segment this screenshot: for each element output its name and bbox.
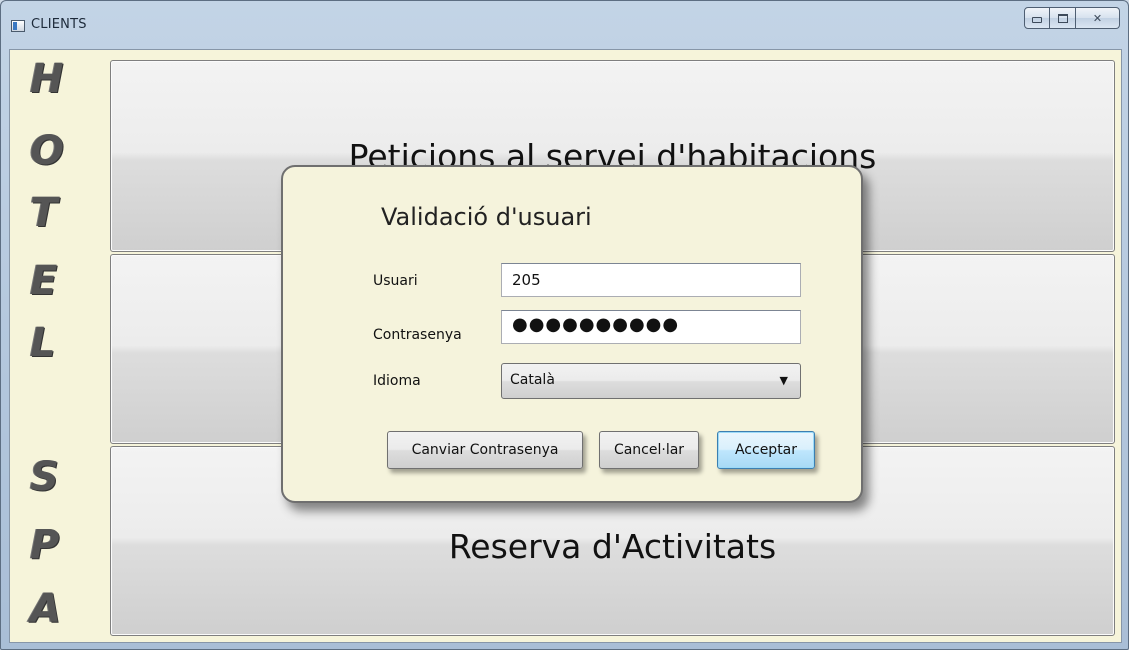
app-window: CLIENTS ✕ H O T E L S P A Peticions al s… bbox=[0, 0, 1129, 650]
close-button[interactable]: ✕ bbox=[1076, 7, 1120, 29]
sidebar-letter: A bbox=[30, 586, 61, 632]
dialog-title: Validació d'usuari bbox=[381, 203, 592, 231]
language-select[interactable]: Català ▼ bbox=[501, 363, 801, 399]
close-icon: ✕ bbox=[1092, 11, 1103, 25]
change-password-button[interactable]: Canviar Contrasenya bbox=[387, 431, 583, 469]
cancel-button[interactable]: Cancel·lar bbox=[599, 431, 699, 469]
sidebar-letter: P bbox=[30, 522, 60, 568]
app-window-icon bbox=[11, 20, 25, 32]
sidebar-letter: S bbox=[30, 454, 59, 500]
maximize-button[interactable] bbox=[1050, 7, 1076, 29]
sidebar-letter: E bbox=[30, 258, 58, 304]
language-label: Idioma bbox=[373, 373, 421, 389]
dropdown-arrow-icon: ▼ bbox=[779, 374, 788, 387]
minimize-button[interactable] bbox=[1024, 7, 1050, 29]
title-bar[interactable]: CLIENTS ✕ bbox=[1, 1, 1128, 47]
user-label: Usuari bbox=[373, 273, 418, 289]
sidebar-letter: O bbox=[30, 128, 65, 174]
maximize-icon bbox=[1057, 13, 1068, 23]
accept-button[interactable]: Acceptar bbox=[717, 431, 815, 469]
sidebar-letter: L bbox=[30, 320, 56, 366]
language-selected-value: Català bbox=[510, 372, 555, 388]
sidebar-letter: T bbox=[30, 190, 58, 236]
hotel-spa-sidebar: H O T E L S P A bbox=[10, 50, 106, 642]
user-input[interactable]: 205 bbox=[501, 263, 801, 297]
password-input[interactable]: ●●●●●●●●●● bbox=[501, 310, 801, 344]
minimize-icon bbox=[1032, 17, 1042, 23]
window-title: CLIENTS bbox=[31, 17, 87, 32]
login-dialog: Validació d'usuari Usuari 205 Contraseny… bbox=[281, 165, 863, 503]
activities-booking-label: Reserva d'Activitats bbox=[448, 527, 777, 566]
password-label: Contrasenya bbox=[373, 327, 462, 343]
sidebar-letter: H bbox=[30, 56, 64, 102]
caption-buttons: ✕ bbox=[1024, 7, 1120, 29]
